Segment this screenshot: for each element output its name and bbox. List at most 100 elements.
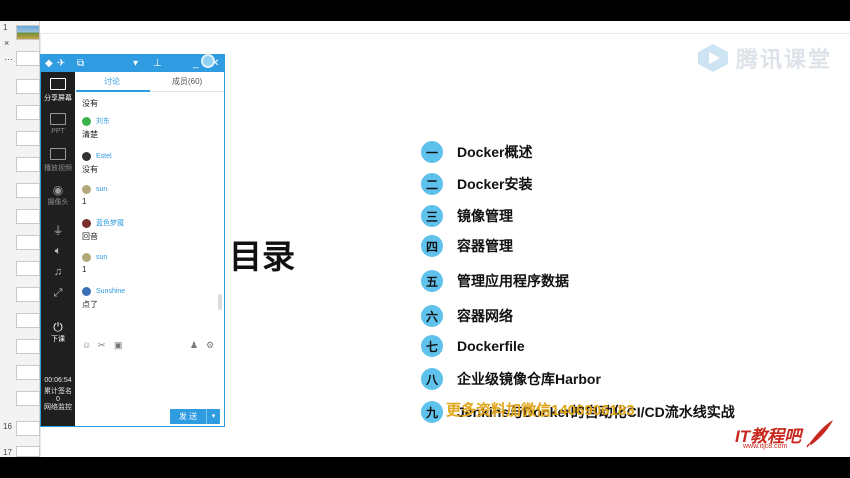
slide-thumbnail-strip[interactable]: 1 × … 16 17 xyxy=(0,21,40,457)
tab-discussion[interactable]: 讨论 xyxy=(104,76,120,87)
power-icon: ⏻ xyxy=(53,320,63,334)
toc-item: 四 容器管理 xyxy=(421,235,513,257)
chat-toolbar: ☺ ✂ ▣ ♟ ⚙ xyxy=(82,340,218,352)
list-item: Estel 没有 xyxy=(82,151,112,175)
list-item: 没有 xyxy=(82,95,98,109)
message-text: 没有 xyxy=(82,165,98,174)
microphone-icon[interactable]: ⏚ xyxy=(41,222,75,238)
toc-text: 容器网络 xyxy=(457,308,513,324)
toc-number-badge: 三 xyxy=(421,205,443,227)
share-screen-icon xyxy=(41,78,75,93)
toc-number-badge: 九 xyxy=(421,401,443,423)
panel-titlebar[interactable]: ◆ ✈ ⧉ ▾ ⊥ _ ✕ xyxy=(41,54,224,72)
avatar[interactable] xyxy=(82,218,91,228)
share-screen-button[interactable]: 分享屏幕 xyxy=(41,78,75,103)
close-icon[interactable]: × xyxy=(4,38,9,48)
slide-thumbnail[interactable] xyxy=(16,209,40,224)
send-button[interactable]: 发 送 ▾ xyxy=(170,409,220,424)
members-icon[interactable]: ♟ xyxy=(190,340,198,351)
presentation-screen: 1 × … 16 17 腾讯课堂 目录 一 Docker概述 二 Docker安… xyxy=(0,21,850,457)
slide-thumbnail[interactable] xyxy=(16,131,40,146)
toc-text: 企业级镜像仓库Harbor xyxy=(457,371,601,387)
end-class-button[interactable]: ⏻ 下课 xyxy=(41,320,75,344)
slide-thumbnail[interactable] xyxy=(16,79,40,94)
tab-members[interactable]: 成员(60) xyxy=(172,76,202,87)
network-monitor-link[interactable]: 网络监控 xyxy=(41,403,75,412)
slide-thumbnail[interactable] xyxy=(16,51,40,66)
avatar[interactable] xyxy=(82,286,91,296)
class-tool-sidebar: 分享屏幕 PPT 播放视频 ◉ 摄像头 ⏚ 🔈︎ ♫ ⤢ ⏻ 下课 00:06:… xyxy=(41,72,75,426)
pin-icon[interactable]: ⊥ xyxy=(153,57,162,70)
camera-icon: ◉ xyxy=(52,183,64,197)
speaker-icon[interactable]: 🔈︎ xyxy=(41,245,75,258)
ppt-button[interactable]: PPT xyxy=(41,113,75,135)
chat-tabs: 讨论 成员(60) xyxy=(76,72,224,92)
avatar[interactable] xyxy=(82,116,91,126)
scrollbar[interactable] xyxy=(218,294,222,310)
minimize-icon[interactable]: _ xyxy=(193,57,199,70)
slide-thumbnail[interactable] xyxy=(16,157,40,172)
tencent-classroom-logo: 腾讯课堂 xyxy=(696,40,832,76)
music-icon[interactable]: ♫ xyxy=(41,266,75,278)
tool-label: 下课 xyxy=(51,336,65,343)
message-user[interactable]: 蓝色梦魇 xyxy=(96,218,124,228)
toc-text: 管理应用程序数据 xyxy=(457,273,569,289)
toc-item: 八 企业级镜像仓库Harbor xyxy=(421,368,601,390)
message-text: 点了 xyxy=(82,300,98,309)
scissors-icon[interactable]: ✂ xyxy=(98,340,106,351)
screen-frame: 1 × … 16 17 腾讯课堂 目录 一 Docker概述 二 Docker安… xyxy=(0,0,850,478)
avatar[interactable] xyxy=(82,184,91,194)
tool-label: PPT xyxy=(51,128,65,135)
dropdown-icon[interactable]: ▾ xyxy=(133,57,138,70)
slide-thumbnail[interactable] xyxy=(16,339,40,354)
slide-thumbnail[interactable] xyxy=(16,25,40,40)
airplane-icon[interactable]: ✈ xyxy=(57,57,65,70)
message-user[interactable]: sun xyxy=(96,254,107,261)
toc-number-badge: 二 xyxy=(421,173,443,195)
slide-thumbnail[interactable] xyxy=(16,287,40,302)
slide-thumbnail[interactable] xyxy=(16,446,40,457)
logo-text: 腾讯课堂 xyxy=(736,47,833,72)
brand-logo: IT教程吧 www.itjc8.com xyxy=(735,420,835,456)
list-item: sun 1 xyxy=(82,184,107,206)
message-text: 回音 xyxy=(82,232,98,241)
image-icon[interactable]: ▣ xyxy=(114,340,123,351)
slide-thumbnail[interactable] xyxy=(16,421,40,436)
play-video-button[interactable]: 播放视频 xyxy=(41,148,75,173)
slide-title: 目录 xyxy=(229,238,295,275)
slide-thumbnail[interactable] xyxy=(16,105,40,120)
list-item: sun 1 xyxy=(82,252,107,274)
more-icon[interactable]: … xyxy=(4,52,13,62)
toc-number-badge: 六 xyxy=(421,305,443,327)
toc-item: 六 容器网络 xyxy=(421,305,513,327)
popout-icon[interactable]: ⧉ xyxy=(77,57,84,70)
message-user[interactable]: sun xyxy=(96,186,107,193)
thumbnail-number: 17 xyxy=(3,448,12,457)
slide-thumbnail[interactable] xyxy=(16,261,40,276)
slide-thumbnail[interactable] xyxy=(16,235,40,250)
message-user[interactable]: Estel xyxy=(96,153,112,160)
message-user[interactable]: Sunshine xyxy=(96,288,125,295)
slide-thumbnail[interactable] xyxy=(16,183,40,198)
list-item: Sunshine 点了 xyxy=(82,286,125,310)
chevron-down-icon[interactable]: ▾ xyxy=(206,409,220,424)
toc-text: 镜像管理 xyxy=(457,208,513,224)
shield-icon[interactable]: ◆ xyxy=(45,57,53,70)
active-tab-indicator xyxy=(76,90,150,92)
fullscreen-icon[interactable]: ⤢ xyxy=(41,287,75,300)
slide-thumbnail[interactable] xyxy=(16,391,40,406)
message-text: 1 xyxy=(82,265,87,274)
avatar[interactable] xyxy=(82,252,91,262)
slide-thumbnail[interactable] xyxy=(16,365,40,380)
gear-icon[interactable]: ⚙ xyxy=(206,340,214,351)
video-icon xyxy=(41,148,75,163)
emoji-icon[interactable]: ☺ xyxy=(82,340,91,350)
camera-button[interactable]: ◉ 摄像头 xyxy=(41,183,75,207)
message-user[interactable]: 刘东 xyxy=(96,116,110,126)
avatar[interactable] xyxy=(82,151,91,161)
avatar[interactable] xyxy=(201,54,215,68)
list-item: 刘东 清楚 xyxy=(82,116,110,140)
brand-url: www.itjc8.com xyxy=(743,443,788,450)
toc-item: 一 Docker概述 xyxy=(421,141,532,163)
slide-thumbnail[interactable] xyxy=(16,313,40,328)
